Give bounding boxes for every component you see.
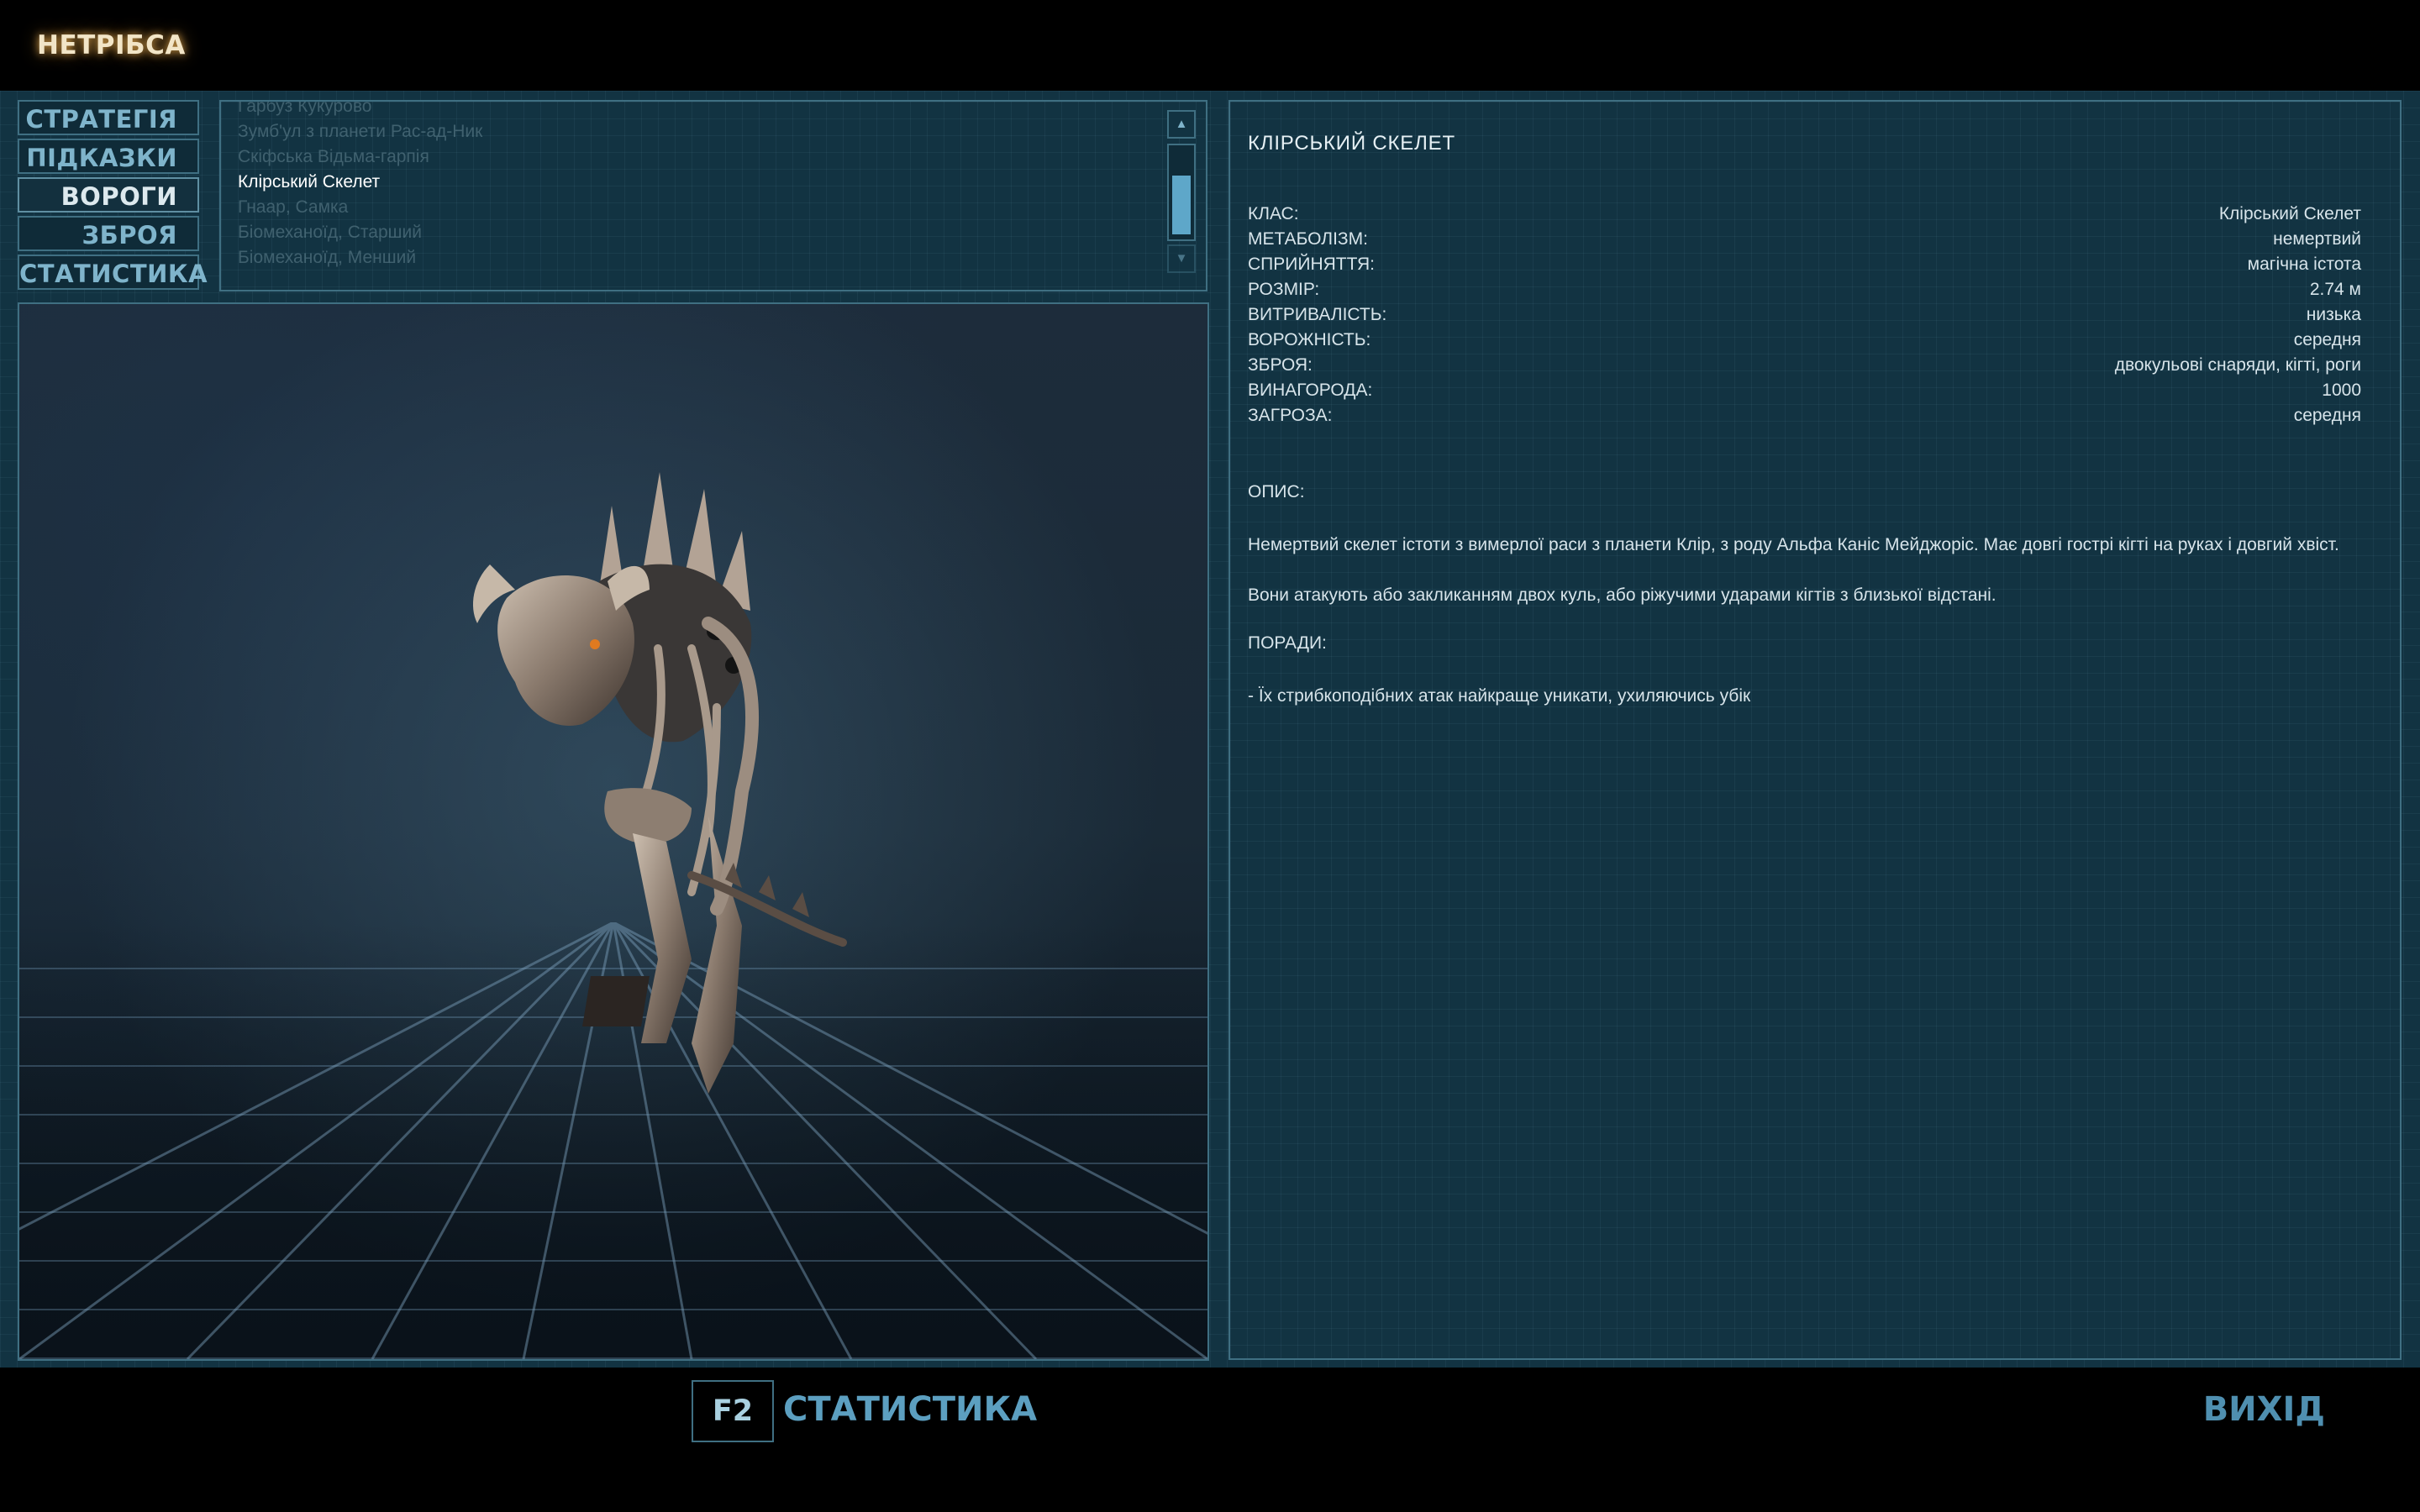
stat-value: 2.74 м — [2309, 280, 2361, 299]
stat-value: немертвий — [2273, 229, 2361, 249]
stat-label: ВИНАГОРОДА: — [1248, 381, 1373, 400]
list-item[interactable]: Гарбуз Кукурово — [238, 102, 371, 117]
description-text-2: Вони атакують або закликанням двох куль,… — [1248, 585, 1996, 605]
stat-value: низька — [2306, 305, 2361, 324]
info-panel: КЛІРСЬКИЙ СКЕЛЕТ КЛАС: Клірський Скелет … — [1228, 100, 2402, 1360]
nav-item-statistics[interactable]: СТАТИСТИКА — [18, 255, 208, 290]
enemy-name-title: КЛІРСЬКИЙ СКЕЛЕТ — [1248, 132, 1455, 155]
tips-label: ПОРАДИ: — [1248, 633, 1327, 653]
stat-value: двокульові снаряди, кігті, роги — [2114, 355, 2361, 375]
scroll-down-button[interactable]: ▼ — [1167, 244, 1196, 273]
nav-item-weapons[interactable]: ЗБРОЯ — [18, 216, 199, 251]
stat-row: СПРИЙНЯТТЯ: магічна істота — [1248, 255, 2361, 280]
stat-label: ЗАГРОЗА: — [1248, 406, 1333, 425]
stat-value: 1000 — [2322, 381, 2361, 400]
stat-value: Клірський Скелет — [2218, 204, 2361, 223]
footer-bar — [0, 1368, 2420, 1512]
game-title: НЕТРІБСА — [37, 30, 186, 60]
stat-label: КЛАС: — [1248, 204, 1299, 223]
list-item-selected[interactable]: Клірський Скелет — [238, 172, 380, 192]
stat-row: КЛАС: Клірський Скелет — [1248, 204, 2361, 229]
stat-label: РОЗМІР: — [1248, 280, 1320, 299]
stat-row: ЗАГРОЗА: середня — [1248, 406, 2361, 431]
scroll-thumb[interactable] — [1172, 176, 1191, 234]
kleer-skeleton-model — [473, 472, 847, 1094]
stat-value: середня — [2293, 406, 2361, 425]
list-item[interactable]: Біомеханоїд, Старший — [238, 223, 422, 243]
stat-label: МЕТАБОЛІЗМ: — [1248, 229, 1368, 249]
stat-row: ЗБРОЯ: двокульові снаряди, кігті, роги — [1248, 355, 2361, 381]
list-item[interactable]: Гнаар, Самка — [238, 197, 348, 218]
nav-item-strategy[interactable]: СТРАТЕГІЯ — [18, 100, 199, 135]
enemy-list: Гарбуз Кукурово Зумб'ул з планети Рас-ад… — [219, 100, 1207, 291]
list-item[interactable]: Зумб'ул з планети Рас-ад-Ник — [238, 122, 482, 142]
stat-row: ВИНАГОРОДА: 1000 — [1248, 381, 2361, 406]
scroll-track[interactable] — [1167, 144, 1196, 241]
stat-row: ВИТРИВАЛІСТЬ: низька — [1248, 305, 2361, 330]
list-item[interactable]: Скіфська Відьма-гарпія — [238, 147, 429, 167]
f2-key-icon[interactable]: F2 — [692, 1380, 774, 1442]
stat-label: ВИТРИВАЛІСТЬ: — [1248, 305, 1387, 324]
list-scrollbar[interactable]: ▲ ▼ — [1167, 110, 1197, 275]
tip-item: - Їх стрибкоподібних атак найкраще уника… — [1248, 686, 1751, 706]
nav-item-hints[interactable]: ПІДКАЗКИ — [18, 139, 199, 174]
statistics-button[interactable]: СТАТИСТИКА — [783, 1390, 1037, 1429]
description-text-1: Немертвий скелет істоти з вимерлої раси … — [1248, 535, 2339, 554]
stat-label: ВОРОЖНІСТЬ: — [1248, 330, 1371, 349]
list-item[interactable]: Біомеханоїд, Менший — [238, 248, 416, 268]
nav-item-enemies[interactable]: ВОРОГИ — [18, 177, 199, 213]
exit-button[interactable]: ВИХІД — [2203, 1390, 2325, 1429]
stat-row: РОЗМІР: 2.74 м — [1248, 280, 2361, 305]
stat-row: ВОРОЖНІСТЬ: середня — [1248, 330, 2361, 355]
scroll-up-button[interactable]: ▲ — [1167, 110, 1196, 139]
model-viewport[interactable] — [18, 302, 1209, 1361]
stat-label: СПРИЙНЯТТЯ: — [1248, 255, 1375, 274]
stat-value: магічна істота — [2247, 255, 2361, 274]
category-nav: СТРАТЕГІЯ ПІДКАЗКИ ВОРОГИ ЗБРОЯ СТАТИСТИ… — [18, 100, 208, 293]
stat-value: середня — [2293, 330, 2361, 349]
description-label: ОПИС: — [1248, 482, 1305, 501]
stat-label: ЗБРОЯ: — [1248, 355, 1313, 375]
stat-row: МЕТАБОЛІЗМ: немертвий — [1248, 229, 2361, 255]
